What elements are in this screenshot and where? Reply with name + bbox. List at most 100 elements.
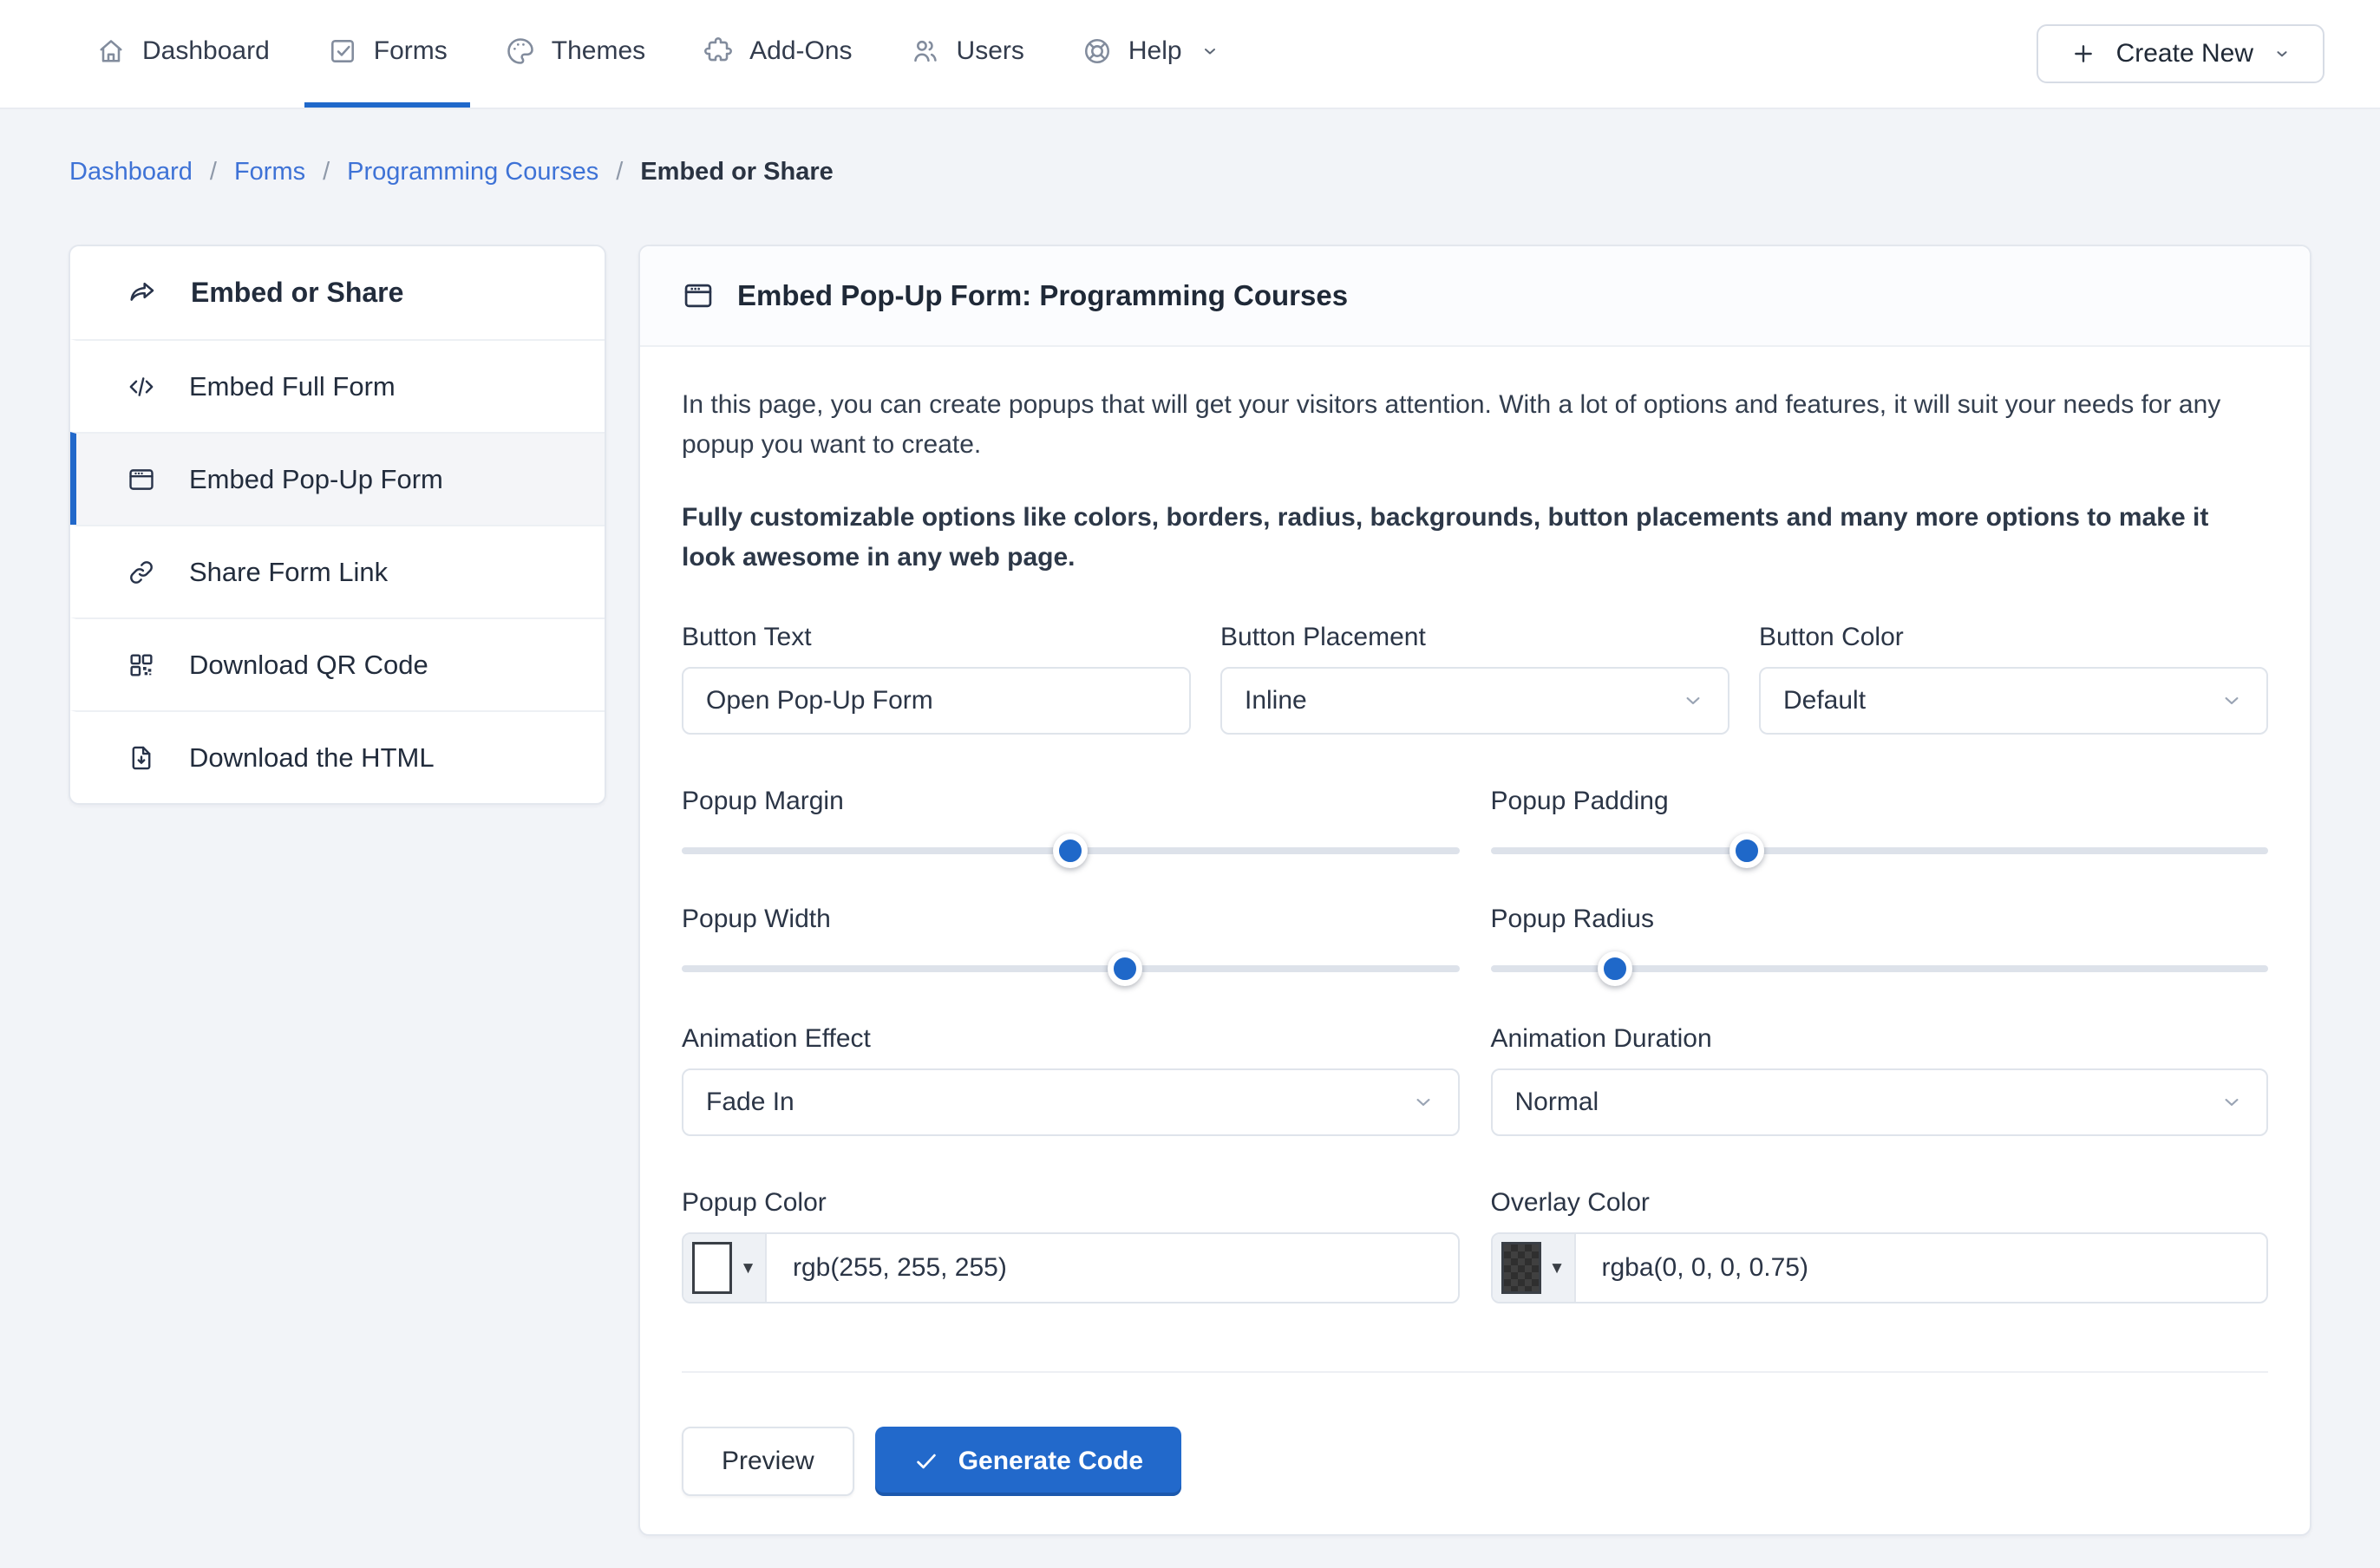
nav-label: Themes: [552, 36, 645, 66]
popup-padding-field-group: Popup Padding: [1491, 787, 2269, 854]
chevron-down-icon: [2220, 1090, 2244, 1114]
animation-effect-value: Fade In: [706, 1088, 794, 1117]
animation-duration-field-group: Animation Duration Normal: [1491, 1024, 2269, 1136]
popup-color-swatch: [692, 1242, 732, 1294]
animation-duration-select[interactable]: Normal: [1491, 1068, 2269, 1136]
qr-code-icon: [127, 650, 156, 680]
nav-label: Help: [1128, 36, 1182, 66]
breadcrumb-separator: /: [323, 158, 330, 186]
button-text-input[interactable]: [682, 667, 1191, 735]
chevron-down-icon: [1681, 689, 1705, 713]
intro-bold-text: Fully customizable options like colors, …: [682, 498, 2268, 578]
breadcrumb-link-programming-courses[interactable]: Programming Courses: [347, 158, 598, 186]
nav-label: Forms: [374, 36, 448, 66]
sidebar-item-label: Embed or Share: [191, 277, 403, 309]
chevron-down-icon: [1200, 41, 1220, 62]
animation-effect-select[interactable]: Fade In: [682, 1068, 1460, 1136]
actions-row: Preview Generate Code: [682, 1427, 2268, 1496]
popup-margin-slider[interactable]: [682, 847, 1460, 854]
chevron-down-icon: [1411, 1090, 1435, 1114]
breadcrumb-link-forms[interactable]: Forms: [234, 158, 305, 186]
nav-label: Users: [957, 36, 1024, 66]
embed-popup-form-panel: Embed Pop-Up Form: Programming Courses I…: [638, 245, 2311, 1536]
popup-color-label: Popup Color: [682, 1188, 1460, 1218]
popup-padding-slider[interactable]: [1491, 847, 2269, 854]
nav-item-dashboard[interactable]: Dashboard: [73, 0, 292, 108]
overlay-color-field-group: Overlay Color ▼ rgba(0, 0, 0, 0.75): [1491, 1188, 2269, 1303]
sidebar-item-label: Share Form Link: [189, 557, 388, 588]
button-color-select[interactable]: Default: [1759, 667, 2268, 735]
nav-item-help[interactable]: Help: [1059, 0, 1243, 108]
file-download-icon: [127, 743, 156, 773]
popup-color-swatch-button[interactable]: ▼: [683, 1234, 767, 1302]
button-placement-value: Inline: [1245, 686, 1307, 715]
create-new-button[interactable]: Create New: [2037, 24, 2324, 83]
nav-label: Dashboard: [142, 36, 270, 66]
animation-effect-field-group: Animation Effect Fade In: [682, 1024, 1460, 1136]
popup-width-slider[interactable]: [682, 965, 1460, 972]
nav-label: Add-Ons: [749, 36, 852, 66]
popup-width-slider-thumb[interactable]: [1108, 951, 1142, 986]
top-navigation: Dashboard Forms Themes Add-Ons Users Hel…: [0, 0, 2380, 109]
puzzle-icon: [703, 36, 734, 67]
overlay-color-swatch: [1501, 1242, 1541, 1294]
overlay-color-value[interactable]: rgba(0, 0, 0, 0.75): [1576, 1234, 2267, 1302]
link-icon: [127, 558, 156, 587]
sidebar-item-download-the-html[interactable]: Download the HTML: [70, 710, 605, 803]
animation-settings-row: Animation Effect Fade In Animation Durat…: [682, 1024, 2268, 1136]
animation-duration-value: Normal: [1515, 1088, 1599, 1117]
button-color-value: Default: [1783, 686, 1866, 715]
nav-item-add-ons[interactable]: Add-Ons: [680, 0, 874, 108]
popup-color-value[interactable]: rgb(255, 255, 255): [767, 1234, 1458, 1302]
popup-margin-label: Popup Margin: [682, 787, 1460, 816]
generate-code-label: Generate Code: [958, 1447, 1143, 1476]
life-ring-icon: [1082, 36, 1113, 67]
embed-share-sidebar: Embed or Share Embed Full Form Embed Pop…: [69, 245, 606, 805]
preview-button[interactable]: Preview: [682, 1427, 854, 1496]
page-title: Embed Pop-Up Form: Programming Courses: [737, 279, 1348, 312]
users-icon: [910, 36, 941, 67]
generate-code-button[interactable]: Generate Code: [875, 1427, 1181, 1496]
share-forward-icon: [127, 278, 158, 309]
breadcrumb-separator: /: [210, 158, 217, 186]
popup-radius-field-group: Popup Radius: [1491, 905, 2269, 972]
popup-width-field-group: Popup Width: [682, 905, 1460, 972]
button-text-label: Button Text: [682, 623, 1191, 652]
popup-sliders-section: Popup Margin Popup Padding Popup Width: [682, 787, 2268, 972]
breadcrumb-separator: /: [616, 158, 623, 186]
dropdown-triangle-icon: ▼: [740, 1260, 756, 1277]
sidebar-item-share-form-link[interactable]: Share Form Link: [70, 525, 605, 617]
sidebar-item-embed-or-share[interactable]: Embed or Share: [70, 246, 605, 339]
popup-padding-slider-thumb[interactable]: [1729, 833, 1764, 868]
popup-padding-label: Popup Padding: [1491, 787, 2269, 816]
overlay-color-swatch-button[interactable]: ▼: [1493, 1234, 1576, 1302]
nav-item-users[interactable]: Users: [887, 0, 1047, 108]
popup-radius-slider-thumb[interactable]: [1598, 951, 1632, 986]
dropdown-triangle-icon: ▼: [1549, 1260, 1566, 1277]
button-settings-row: Button Text Button Placement Inline Butt…: [682, 623, 2268, 735]
popup-radius-label: Popup Radius: [1491, 905, 2269, 934]
breadcrumb-link-dashboard[interactable]: Dashboard: [69, 158, 193, 186]
form-check-icon: [327, 36, 358, 67]
sidebar-item-download-qr-code[interactable]: Download QR Code: [70, 617, 605, 710]
page-content: Embed or Share Embed Full Form Embed Pop…: [0, 245, 2380, 1536]
sidebar-item-embed-popup-form[interactable]: Embed Pop-Up Form: [70, 432, 605, 525]
breadcrumb-current: Embed or Share: [640, 158, 833, 186]
nav-item-themes[interactable]: Themes: [482, 0, 668, 108]
sidebar-item-label: Embed Full Form: [189, 371, 396, 402]
sidebar-item-embed-full-form[interactable]: Embed Full Form: [70, 339, 605, 432]
nav-item-forms[interactable]: Forms: [304, 0, 470, 108]
popup-radius-slider[interactable]: [1491, 965, 2269, 972]
palette-icon: [505, 36, 536, 67]
button-placement-field-group: Button Placement Inline: [1220, 623, 1729, 735]
sidebar-item-label: Embed Pop-Up Form: [189, 464, 443, 495]
button-placement-select[interactable]: Inline: [1220, 667, 1729, 735]
animation-duration-label: Animation Duration: [1491, 1024, 2269, 1054]
popup-margin-slider-thumb[interactable]: [1053, 833, 1088, 868]
popup-color-input: ▼ rgb(255, 255, 255): [682, 1232, 1460, 1303]
popup-window-icon: [682, 279, 715, 312]
popup-margin-field-group: Popup Margin: [682, 787, 1460, 854]
animation-effect-label: Animation Effect: [682, 1024, 1460, 1054]
sidebar-item-label: Download the HTML: [189, 742, 435, 774]
intro-text: In this page, you can create popups that…: [682, 385, 2268, 465]
